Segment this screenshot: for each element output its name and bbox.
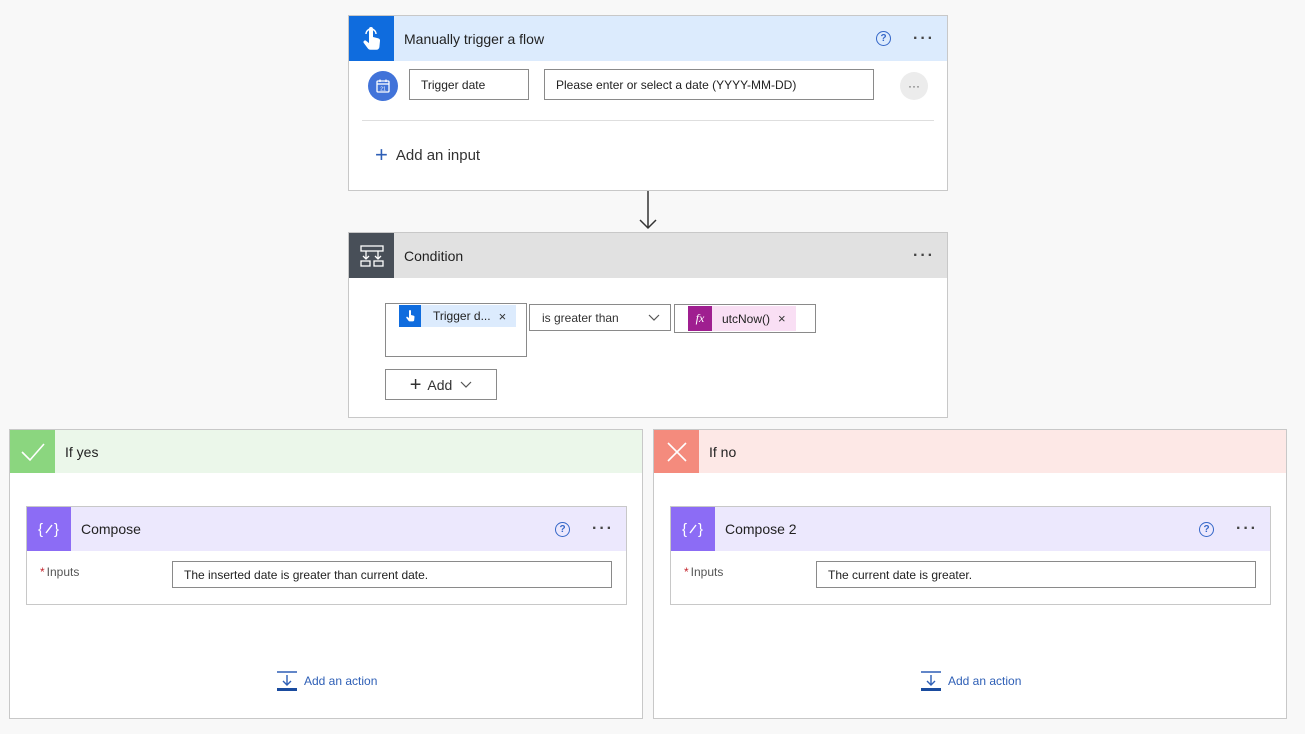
more-options-icon[interactable]: ··· [913, 247, 935, 264]
trigger-date-field[interactable]: Please enter or select a date (YYYY-MM-D… [544, 69, 874, 100]
svg-text:{: { [682, 521, 687, 538]
inputs-label: * Inputs [684, 565, 723, 579]
compose-title: Compose [81, 521, 141, 537]
condition-title: Condition [404, 247, 464, 264]
required-mark: * [40, 565, 45, 579]
utcnow-token-label: utcNow() [722, 311, 771, 326]
add-input-label: Add an input [395, 146, 481, 164]
inputs-label-text: Inputs [46, 565, 80, 579]
close-icon [654, 430, 699, 473]
help-icon[interactable]: ? [1199, 521, 1215, 537]
compose-2-header[interactable]: { } Compose 2 ? ··· [671, 507, 1270, 551]
remove-token-icon[interactable]: × [499, 309, 507, 324]
svg-text:}: } [698, 521, 703, 538]
if-no-header[interactable]: If no [654, 430, 1286, 473]
more-options-icon[interactable]: ··· [913, 30, 935, 47]
add-action-label: Add an action [304, 674, 378, 688]
add-action-label: Add an action [948, 674, 1022, 688]
touch-hand-icon [399, 305, 421, 327]
ellipsis-icon: ··· [908, 79, 920, 93]
svg-text:21: 21 [380, 87, 386, 93]
remove-token-icon[interactable]: × [778, 311, 786, 326]
chevron-down-icon [648, 314, 660, 321]
if-no-title: If no [709, 443, 737, 460]
trigger-divider [362, 120, 934, 121]
inputs-label: * Inputs [40, 565, 79, 579]
add-condition-label: Add [427, 376, 453, 393]
touch-hand-icon [349, 16, 394, 61]
if-yes-title: If yes [65, 443, 99, 460]
trigger-card: Manually trigger a flow ? ··· 21 Trigger… [348, 15, 948, 191]
plus-icon: + [375, 142, 388, 167]
compose-icon: { } [671, 507, 715, 551]
trigger-title: Manually trigger a flow [404, 30, 545, 47]
compose-inputs-field[interactable]: The inserted date is greater than curren… [172, 561, 612, 588]
required-mark: * [684, 565, 689, 579]
compose-2-title: Compose 2 [725, 521, 797, 537]
if-no-branch: If no { } Compose 2 ? ··· * Inputs The cu… [653, 429, 1287, 719]
inputs-label-text: Inputs [690, 565, 724, 579]
compose-2-inputs-field[interactable]: The current date is greater. [816, 561, 1256, 588]
utcnow-token[interactable]: fx utcNow() × [688, 306, 796, 331]
compose-header[interactable]: { } Compose ? ··· [27, 507, 626, 551]
if-yes-header[interactable]: If yes [10, 430, 642, 473]
svg-text:}: } [54, 521, 59, 538]
trigger-header[interactable]: Manually trigger a flow ? ··· [349, 16, 947, 61]
operator-select[interactable]: is greater than [529, 304, 671, 331]
add-action-button[interactable]: Add an action [276, 670, 377, 692]
row-more-button[interactable]: ··· [900, 72, 928, 100]
trigger-date-token-label: Trigger d... [433, 309, 491, 323]
calendar-icon: 21 [368, 71, 398, 101]
condition-right-operand[interactable]: fx utcNow() × [674, 304, 816, 333]
add-action-icon [921, 671, 941, 691]
trigger-date-token[interactable]: Trigger d... × [399, 305, 517, 327]
add-action-icon [277, 671, 297, 691]
help-icon[interactable]: ? [555, 521, 571, 537]
if-yes-branch: If yes { } Compose ? ··· * Inputs The ins… [9, 429, 643, 719]
condition-card: Condition ··· Trigger d... × is greater … [348, 232, 948, 418]
trigger-input-name-field[interactable]: Trigger date [409, 69, 529, 100]
chevron-down-icon [460, 381, 472, 388]
compose-2-card: { } Compose 2 ? ··· * Inputs The current … [670, 506, 1271, 605]
condition-icon [349, 233, 394, 278]
plus-icon: + [409, 373, 422, 396]
add-input-button[interactable]: + Add an input [375, 144, 480, 166]
compose-card: { } Compose ? ··· * Inputs The inserted d… [26, 506, 627, 605]
more-options-icon[interactable]: ··· [592, 521, 614, 537]
connector-arrow-icon [639, 191, 657, 230]
checkmark-icon [10, 430, 55, 473]
add-condition-button[interactable]: + Add [385, 369, 497, 400]
add-action-button[interactable]: Add an action [920, 670, 1021, 692]
condition-left-operand[interactable]: Trigger d... × [385, 303, 527, 357]
svg-text:{: { [38, 521, 43, 538]
fx-icon: fx [688, 306, 712, 331]
operator-value: is greater than [542, 310, 619, 325]
more-options-icon[interactable]: ··· [1236, 521, 1258, 537]
condition-header[interactable]: Condition ··· [349, 233, 947, 278]
help-icon[interactable]: ? [876, 31, 892, 46]
compose-icon: { } [27, 507, 71, 551]
